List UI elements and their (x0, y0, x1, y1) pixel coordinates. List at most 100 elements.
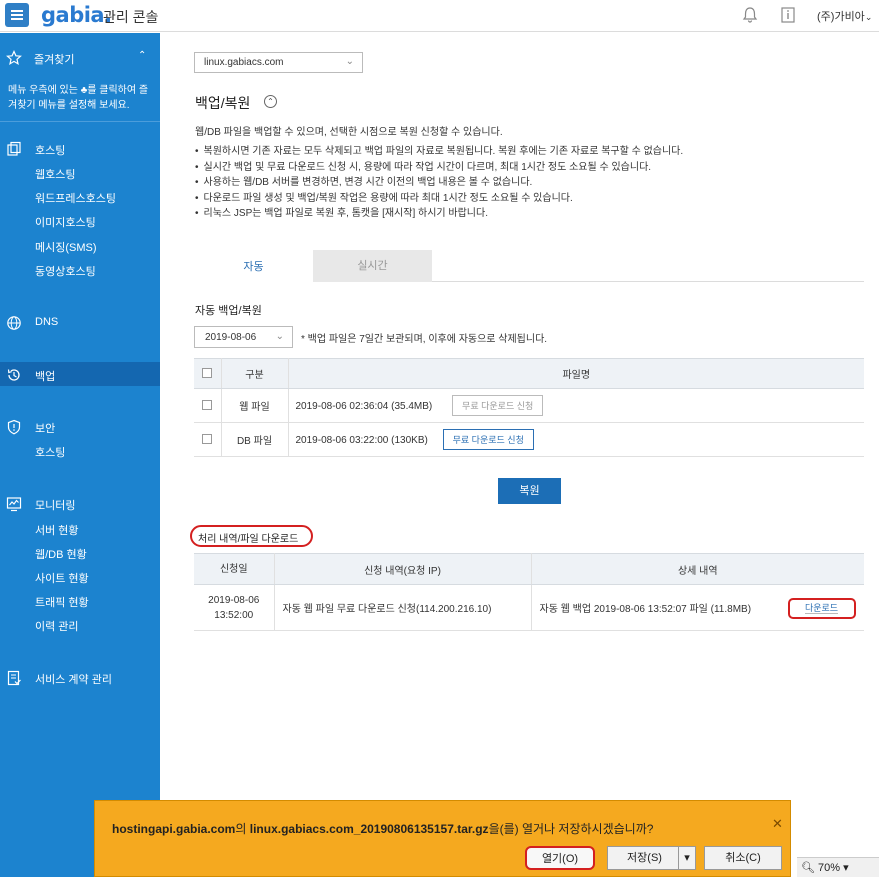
domain-select-value: linux.gabiacs.com (204, 57, 284, 68)
download-prompt: hostingapi.gabia.com의 linux.gabiacs.com_… (112, 820, 653, 837)
detail-cell: 자동 웹 백업 2019-08-06 13:52:07 파일 (11.8MB) … (531, 584, 864, 631)
select-all-checkbox[interactable] (202, 368, 213, 379)
chevron-down-icon: ⌄ (275, 331, 284, 342)
date-select-value: 2019-08-06 (205, 332, 257, 343)
cancel-button[interactable]: 취소(C) (704, 846, 782, 870)
close-icon[interactable]: ✕ (772, 816, 783, 832)
table-row: 2019-08-06 13:52:00 자동 웹 파일 무료 다운로드 신청(1… (194, 584, 864, 631)
restore-button[interactable]: 복원 (498, 478, 561, 504)
sidebar-item-image-hosting[interactable]: 이미지호스팅 (35, 214, 96, 230)
date-select[interactable]: 2019-08-06 ⌄ (194, 326, 293, 348)
request-date: 2019-08-06 (208, 594, 260, 606)
free-download-request-button[interactable]: 무료 다운로드 신청 (442, 429, 534, 450)
account-name: (주)가비아 (817, 11, 865, 23)
save-options-dropdown[interactable]: ▾ (678, 846, 696, 870)
account-menu[interactable]: (주)가비아⌄ (817, 8, 872, 24)
download-host: hostingapi.gabia.com (112, 822, 236, 836)
sidebar-item-messaging[interactable]: 메시징(SMS) (35, 239, 97, 255)
file-name: 2019-08-06 03:22:00 (130KB) (295, 435, 428, 446)
file-name-cell: 2019-08-06 02:36:04 (35.4MB) 무료 다운로드 신청 (288, 388, 864, 423)
sidebar-backup-label: 백업 (35, 371, 56, 383)
sidebar-item-web-hosting[interactable]: 웹호스팅 (35, 166, 75, 182)
file-type-cell: DB 파일 (221, 422, 289, 457)
monitor-icon (6, 497, 22, 512)
download-notification-bar: hostingapi.gabia.com의 linux.gabiacs.com_… (94, 800, 791, 877)
table-header-row: 신청일 신청 내역(요청 IP) 상세 내역 (194, 553, 864, 585)
sidebar-security-title: 보안 (35, 423, 56, 435)
zoom-control[interactable]: 🔍︎ 70% ▾ (797, 857, 879, 877)
row-checkbox-cell (194, 388, 222, 423)
column-header-type: 구분 (221, 358, 289, 389)
notice-item: 사용하는 웹/DB 서버를 변경하면, 변경 시간 이전의 백업 내용은 볼 수… (195, 175, 865, 191)
sidebar-monitoring-title: 모니터링 (35, 500, 76, 512)
file-name: 2019-08-06 02:36:04 (35.4MB) (295, 401, 433, 412)
sidebar-item-webdb-status[interactable]: 웹/DB 현황 (35, 546, 87, 562)
row-checkbox[interactable] (202, 434, 213, 445)
top-bar: gabia. 관리 콘솔 (주)가비아⌄ (0, 0, 879, 32)
request-detail-cell: 자동 웹 파일 무료 다운로드 신청(114.200.216.10) (274, 584, 532, 631)
download-prompt-text: 의 (235, 822, 250, 836)
tab-realtime[interactable]: 실시간 (313, 250, 432, 282)
row-checkbox-cell (194, 422, 222, 457)
notice-item: 복원하시면 기존 자료는 모두 삭제되고 백업 파일의 자료로 복원됩니다. 복… (195, 144, 865, 160)
sidebar-item-wordpress-hosting[interactable]: 워드프레스호스팅 (35, 190, 116, 206)
notice-list: 복원하시면 기존 자료는 모두 삭제되고 백업 파일의 자료로 복원됩니다. 복… (195, 144, 865, 222)
sidebar-item-backup-highlight (0, 362, 160, 386)
sidebar: 즐겨찾기 ⌃ 메뉴 우측에 있는 ♣를 클릭하여 즐겨찾기 메뉴를 설정해 보세… (0, 33, 160, 877)
notice-item: 리눅스 JSP는 백업 파일로 복원 후, 톰캣을 [재시작] 하시기 바랍니다… (195, 206, 865, 222)
sidebar-contract-label: 서비스 계약 관리 (35, 674, 112, 686)
zoom-icon: 🔍︎ (801, 862, 815, 874)
console-title: 관리 콘솔 (103, 9, 159, 25)
sidebar-dns-label: DNS (35, 316, 59, 328)
gabia-logo[interactable]: gabia. (41, 3, 112, 27)
backup-file-table: 구분 파일명 웹 파일 2019-08-06 02:36:04 (35.4MB)… (194, 358, 864, 457)
save-button[interactable]: 저장(S) (607, 846, 682, 870)
retention-note: * 백업 파일은 7일간 보관되며, 이후에 자동으로 삭제됩니다. (301, 334, 548, 345)
select-all-cell (194, 358, 222, 389)
table-row: DB 파일 2019-08-06 03:22:00 (130KB) 무료 다운로… (194, 422, 864, 457)
menu-icon[interactable] (5, 3, 29, 27)
bell-icon[interactable] (741, 6, 759, 24)
download-prompt-question: 을(를) 열거나 저장하시겠습니까? (488, 822, 654, 836)
sidebar-item-video-hosting[interactable]: 동영상호스팅 (35, 263, 96, 279)
chevron-up-icon[interactable]: ⌃ (138, 50, 146, 61)
chevron-down-icon: ▾ (843, 862, 849, 874)
open-button[interactable]: 열기(O) (525, 846, 595, 870)
main-content: linux.gabiacs.com ⌄ 백업/복원 ⌃ 웹/DB 파일을 백업할… (160, 33, 879, 877)
chevron-down-icon: ⌄ (864, 12, 873, 22)
sidebar-item-traffic-status[interactable]: 트래픽 현황 (35, 594, 89, 610)
table-header-row: 구분 파일명 (194, 358, 864, 389)
column-header-detail: 상세 내역 (531, 553, 864, 585)
row-checkbox[interactable] (202, 400, 213, 411)
detail-text: 자동 웹 백업 2019-08-06 13:52:07 파일 (11.8MB) (539, 604, 752, 615)
download-button-label: 다운로드 (804, 603, 839, 614)
tab-bar: 자동 실시간 (194, 250, 864, 282)
page-description: 웹/DB 파일을 백업할 수 있으며, 선택한 시점으로 복원 신청할 수 있습… (195, 127, 503, 138)
contract-icon (7, 670, 21, 686)
sidebar-divider (0, 121, 160, 122)
download-button[interactable]: 다운로드 (787, 598, 856, 619)
free-download-request-button[interactable]: 무료 다운로드 신청 (452, 395, 544, 416)
sidebar-item-security-hosting[interactable]: 호스팅 (35, 444, 65, 460)
star-icon (6, 50, 22, 66)
caret-down-icon: ▾ (684, 852, 690, 864)
sidebar-item-history[interactable]: 이력 관리 (35, 618, 79, 634)
notice-icon[interactable] (779, 6, 797, 24)
sidebar-item-server-status[interactable]: 서버 현황 (35, 522, 79, 538)
history-table: 신청일 신청 내역(요청 IP) 상세 내역 2019-08-06 13:52:… (194, 553, 864, 631)
tab-auto[interactable]: 자동 (194, 250, 313, 282)
page-title: 백업/복원 (195, 95, 251, 111)
sidebar-item-site-status[interactable]: 사이트 현황 (35, 570, 89, 586)
notice-item: 다운로드 파일 생성 및 백업/복원 작업은 용량에 따라 최대 1시간 정도 … (195, 191, 865, 207)
auto-backup-title: 자동 백업/복원 (195, 305, 262, 317)
history-title: 처리 내역/파일 다운로드 (190, 525, 313, 547)
sidebar-favorites-label: 즐겨찾기 (34, 54, 75, 66)
sidebar-favorites[interactable]: 즐겨찾기 ⌃ (0, 47, 160, 71)
file-name-cell: 2019-08-06 03:22:00 (130KB) 무료 다운로드 신청 (288, 422, 864, 457)
chevron-down-icon: ⌄ (345, 56, 354, 67)
collapse-up-icon[interactable]: ⌃ (264, 95, 277, 108)
hosting-icon (7, 141, 21, 156)
domain-select[interactable]: linux.gabiacs.com ⌄ (194, 52, 363, 73)
request-date-cell: 2019-08-06 13:52:00 (194, 584, 275, 631)
file-type-cell: 웹 파일 (221, 388, 289, 423)
